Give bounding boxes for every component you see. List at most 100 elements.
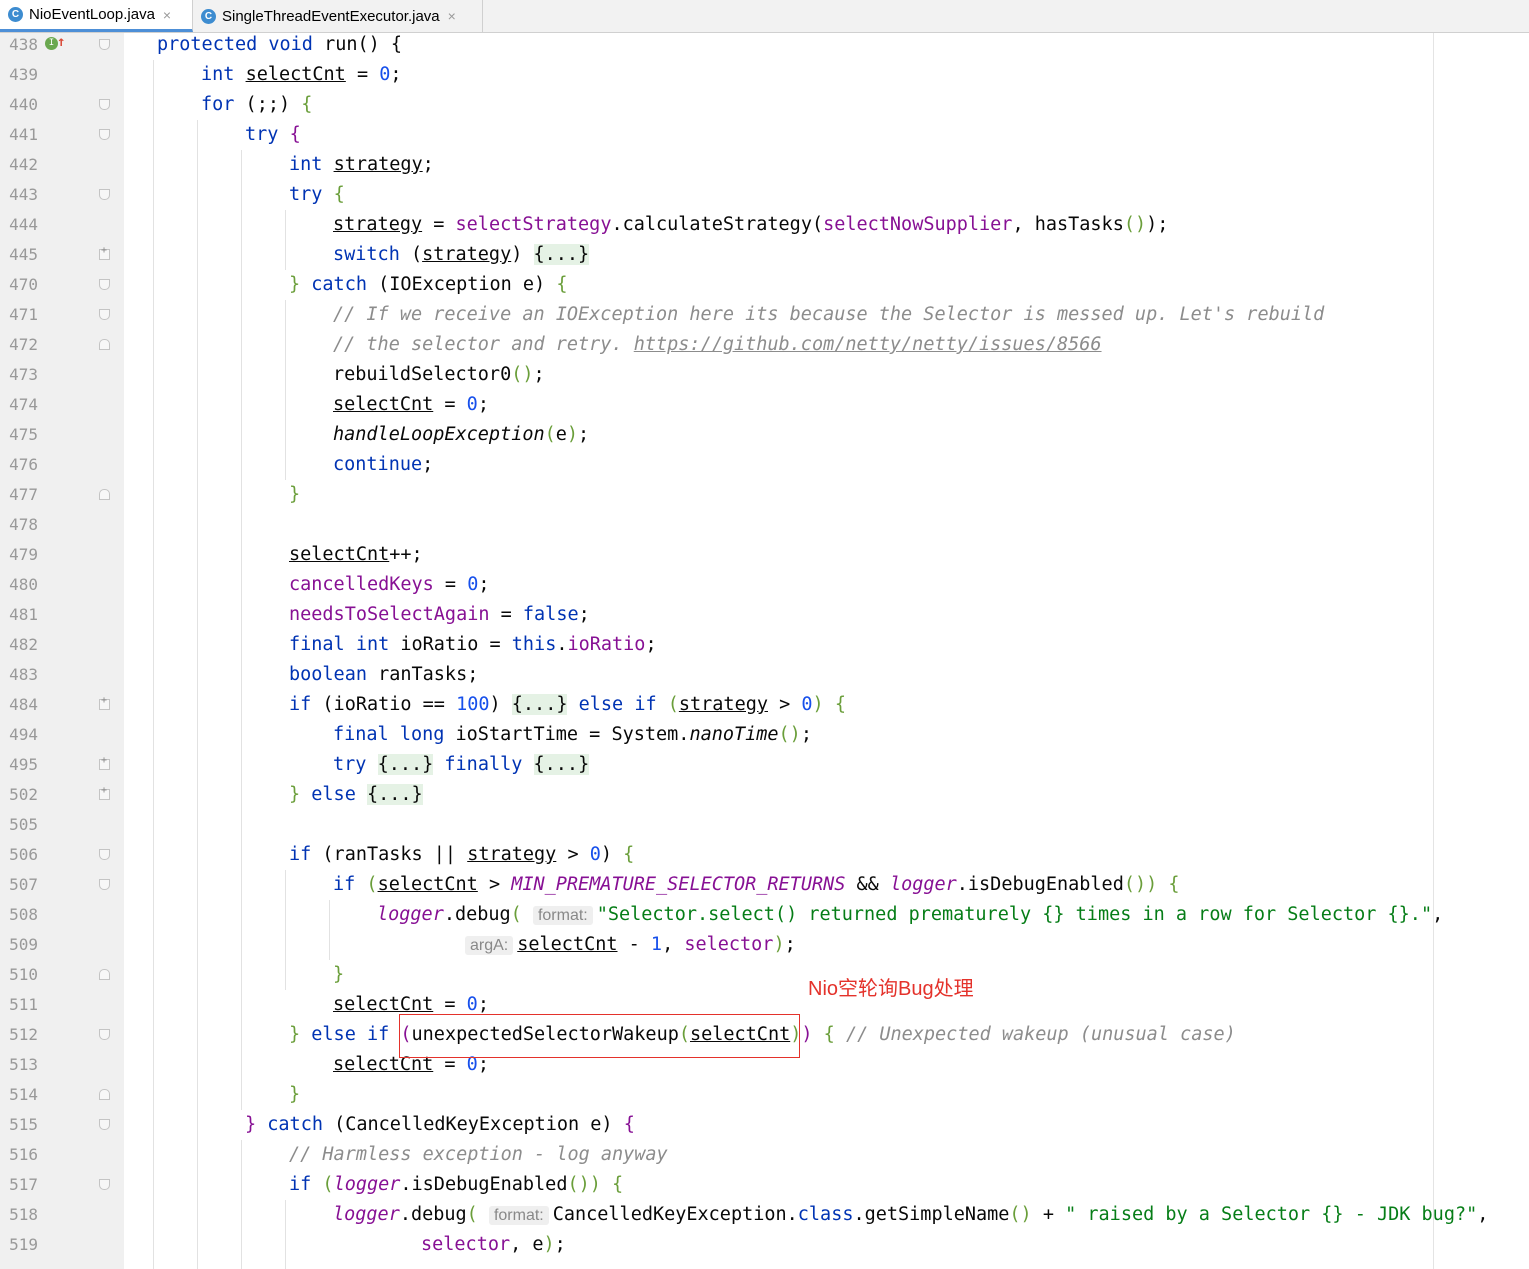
code-text[interactable]: } [289,480,300,510]
code-text[interactable]: } catch (IOException e) { [289,270,567,300]
tab-nioeventloop[interactable]: C NioEventLoop.java × [0,0,193,32]
code-line[interactable]: 438 I ↑ protected void run() { [0,30,1529,60]
code-line[interactable]: 471 // If we receive an IOException here … [0,300,1529,330]
code-line[interactable]: 477} [0,480,1529,510]
code-line[interactable]: 508 logger.debug( format: "Selector.select… [0,900,1529,930]
fold-expand-icon[interactable] [99,245,110,260]
code-text[interactable]: } else {...} [289,780,423,810]
code-line[interactable]: 482 final int ioRatio = this.ioRatio; [0,630,1529,660]
code-line[interactable]: 440 for (;;) { [0,90,1529,120]
code-line[interactable]: 518 logger.debug( format: CancelledKeyExce… [0,1200,1529,1230]
code-line[interactable]: 479 selectCnt++; [0,540,1529,570]
fold-collapse-icon[interactable] [99,1119,110,1130]
code-text[interactable]: // the selector and retry. https://githu… [333,330,1102,360]
override-up-arrow-icon[interactable]: ↑ [57,34,65,50]
fold-collapse-icon[interactable] [99,1029,110,1040]
code-text[interactable]: rebuildSelector0(); [333,360,545,390]
fold-collapse-icon[interactable] [99,1089,110,1100]
fold-collapse-icon[interactable] [99,969,110,980]
code-line[interactable]: 519 selector, e); [0,1230,1529,1260]
code-line[interactable]: 517 if (logger.isDebugEnabled()) { [0,1170,1529,1200]
code-line[interactable]: 478 [0,510,1529,540]
code-line[interactable]: 495 try {...} finally {...} [0,750,1529,780]
code-line[interactable]: 509 argA: selectCnt - 1, selector); [0,930,1529,960]
code-line[interactable]: 514} [0,1080,1529,1110]
code-text[interactable]: int selectCnt = 0; [201,60,402,90]
code-line[interactable]: 475 handleLoopException(e); [0,420,1529,450]
fold-collapse-icon[interactable] [99,879,110,890]
fold-collapse-icon[interactable] [99,309,110,320]
code-line[interactable]: 444 strategy = selectStrategy.calculateSt… [0,210,1529,240]
code-text[interactable]: selector, e); [421,1230,566,1260]
code-text[interactable]: switch (strategy) {...} [333,240,590,270]
code-text[interactable]: logger.debug( format: "Selector.select() … [377,900,1443,931]
code-line[interactable]: 506 if (ranTasks || strategy > 0) { [0,840,1529,870]
code-text[interactable]: try { [245,120,301,150]
code-text[interactable]: } catch (CancelledKeyException e) { [245,1110,635,1140]
code-text[interactable]: final long ioStartTime = System.nanoTime… [333,720,812,750]
code-line[interactable]: 516 // Harmless exception - log anyway [0,1140,1529,1170]
fold-collapse-icon[interactable] [99,339,110,350]
code-text[interactable]: } [333,960,344,990]
code-text[interactable]: strategy = selectStrategy.calculateStrat… [333,210,1168,240]
close-icon[interactable]: × [163,7,171,23]
fold-collapse-icon[interactable] [99,1179,110,1190]
code-line[interactable]: 510} [0,960,1529,990]
code-text[interactable]: for (;;) { [201,90,312,120]
code-text[interactable]: selectCnt++; [289,540,423,570]
code-text[interactable]: argA: selectCnt - 1, selector); [465,930,796,961]
code-line[interactable]: 483 boolean ranTasks; [0,660,1529,690]
code-line[interactable]: 442 int strategy; [0,150,1529,180]
fold-collapse-icon[interactable] [99,39,110,50]
fold-collapse-icon[interactable] [99,849,110,860]
code-line[interactable]: 470} catch (IOException e) { [0,270,1529,300]
code-text[interactable]: handleLoopException(e); [333,420,589,450]
code-line[interactable]: 474 selectCnt = 0; [0,390,1529,420]
code-text[interactable]: needsToSelectAgain = false; [289,600,590,630]
tab-singlethreadeventexecutor[interactable]: C SingleThreadEventExecutor.java × [193,0,483,32]
code-text[interactable]: continue; [333,450,433,480]
code-line[interactable]: 481 needsToSelectAgain = false; [0,600,1529,630]
code-line[interactable]: 494 final long ioStartTime = System.nanoT… [0,720,1529,750]
code-text[interactable]: if (logger.isDebugEnabled()) { [289,1170,623,1200]
code-line[interactable]: 502} else {...} [0,780,1529,810]
close-icon[interactable]: × [448,8,456,24]
code-line[interactable]: 473 rebuildSelector0(); [0,360,1529,390]
code-line[interactable]: 439 int selectCnt = 0; [0,60,1529,90]
code-line[interactable]: 515} catch (CancelledKeyException e) { [0,1110,1529,1140]
code-text[interactable]: logger.debug( format: CancelledKeyExcepti… [333,1200,1488,1231]
fold-collapse-icon[interactable] [99,279,110,290]
code-line[interactable]: 476 continue; [0,450,1529,480]
code-line[interactable]: 505 [0,810,1529,840]
fold-collapse-icon[interactable] [99,99,110,110]
code-line[interactable]: 445 switch (strategy) {...} [0,240,1529,270]
code-text[interactable]: if (selectCnt > MIN_PREMATURE_SELECTOR_R… [333,870,1180,900]
code-text[interactable]: try { [289,180,345,210]
code-line[interactable]: 507 if (selectCnt > MIN_PREMATURE_SELECTO… [0,870,1529,900]
code-line[interactable]: 484 if (ioRatio == 100) {...} else if (st… [0,690,1529,720]
fold-expand-icon[interactable] [99,755,110,770]
line-number: 494 [9,725,38,744]
code-text[interactable]: if (ranTasks || strategy > 0) { [289,840,634,870]
code-text[interactable]: int strategy; [289,150,434,180]
line-number: 441 [9,125,38,144]
fold-expand-icon[interactable] [99,695,110,710]
fold-collapse-icon[interactable] [99,129,110,140]
code-text[interactable]: final int ioRatio = this.ioRatio; [289,630,657,660]
code-text[interactable]: boolean ranTasks; [289,660,478,690]
code-text[interactable]: } [289,1080,300,1110]
code-text[interactable]: cancelledKeys = 0; [289,570,490,600]
code-text[interactable]: // Harmless exception - log anyway [289,1140,668,1170]
code-line[interactable]: 472 // the selector and retry. https://gi… [0,330,1529,360]
code-line[interactable]: 480 cancelledKeys = 0; [0,570,1529,600]
code-line[interactable]: 443 try { [0,180,1529,210]
code-text[interactable]: selectCnt = 0; [333,390,489,420]
code-text[interactable]: // If we receive an IOException here its… [333,300,1324,330]
code-text[interactable]: try {...} finally {...} [333,750,590,780]
fold-collapse-icon[interactable] [99,189,110,200]
code-text[interactable]: if (ioRatio == 100) {...} else if (strat… [289,690,846,720]
code-text[interactable]: protected void run() { [157,30,402,60]
code-line[interactable]: 441 try { [0,120,1529,150]
fold-expand-icon[interactable] [99,785,110,800]
fold-collapse-icon[interactable] [99,489,110,500]
